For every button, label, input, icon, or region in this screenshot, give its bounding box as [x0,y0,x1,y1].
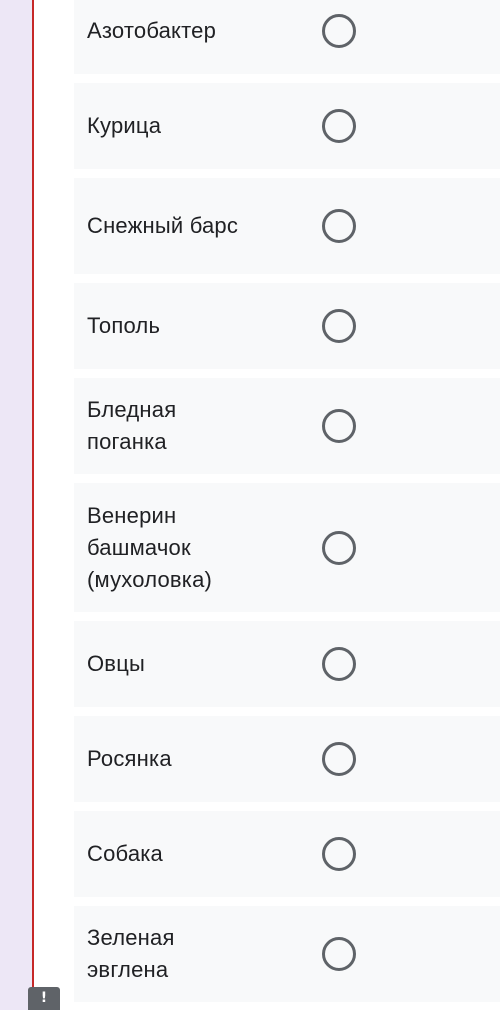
radio-button[interactable] [322,647,356,681]
radio-button[interactable] [322,309,356,343]
choice-label: Собака [87,841,163,866]
radio-button[interactable] [322,109,356,143]
choice-row[interactable]: Росянка [74,716,500,802]
radio-button[interactable] [322,937,356,971]
choice-label: Овцы [87,651,146,676]
choice-label: Бледная поганка [87,397,177,454]
choice-label: Азотобактер [87,18,217,43]
choice-row[interactable]: Курица [74,83,500,169]
form-question-page: Азотобактер Курица Снежный барс Тополь Б… [0,0,500,1010]
choice-row[interactable]: Азотобактер [74,0,500,74]
choice-row[interactable]: Бледная поганка [74,378,500,474]
radio-button[interactable] [322,209,356,243]
choice-row[interactable]: Собака [74,811,500,897]
choice-label: Зеленая эвглена [87,925,175,982]
warning-icon[interactable]: ! [28,987,60,1010]
choice-label: Венерин башмачок (мухоловка) [87,502,213,592]
choice-row[interactable]: Зеленая эвглена [74,906,500,1002]
choice-row[interactable]: Венерин башмачок (мухоловка) [74,483,500,612]
radio-button[interactable] [322,742,356,776]
choice-label: Росянка [87,746,172,771]
choice-label: Тополь [87,313,161,338]
radio-button[interactable] [322,14,356,48]
choice-row[interactable]: Овцы [74,621,500,707]
choice-label: Снежный барс [87,213,239,238]
choice-row[interactable]: Тополь [74,283,500,369]
radio-button[interactable] [322,409,356,443]
left-accent-strip [0,0,32,1010]
radio-button[interactable] [322,530,356,565]
radio-button[interactable] [322,837,356,871]
choice-row[interactable]: Снежный барс [74,178,500,274]
choice-label: Курица [87,113,162,138]
error-indicator-line [32,0,34,1010]
